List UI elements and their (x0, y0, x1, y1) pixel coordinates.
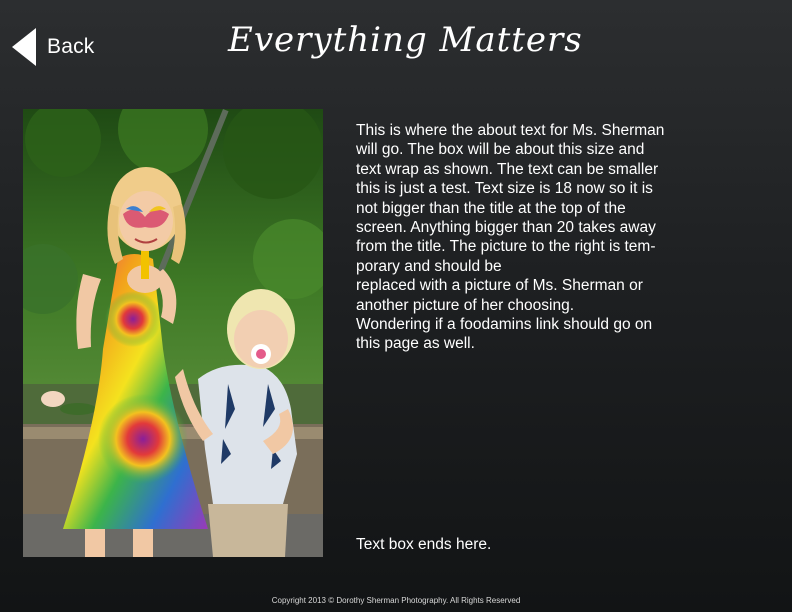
about-line: porary and should be (356, 257, 502, 275)
about-line: replaced with a picture of Ms. Sherman o… (356, 277, 643, 295)
about-line: will go. The box will be about this size… (356, 141, 645, 159)
about-line: this is just a test. Text size is 18 now… (356, 180, 653, 198)
about-line: another picture of her choosing. (356, 296, 574, 314)
back-button[interactable]: Back (12, 28, 95, 66)
about-line: screen. Anything bigger than 20 takes aw… (356, 219, 656, 237)
about-text: This is where the about text for Ms. She… (356, 121, 706, 354)
back-arrow-icon (12, 28, 36, 66)
about-line: this page as well. (356, 335, 475, 353)
children-photo (23, 109, 323, 557)
text-box-end-note: Text box ends here. (356, 536, 492, 553)
about-line: not bigger than the title at the top of … (356, 199, 626, 217)
back-button-label: Back (47, 35, 95, 58)
about-line: text wrap as shown. The text can be smal… (356, 160, 659, 178)
about-line: This is where the about text for Ms. She… (356, 122, 665, 139)
about-line: Wondering if a foodamins link should go … (356, 316, 653, 334)
page-title: Everything Matters (228, 20, 583, 60)
about-line: from the title. The picture to the right… (356, 238, 656, 256)
footer-copyright: Copyright 2013 © Dorothy Sherman Photogr… (271, 596, 521, 605)
